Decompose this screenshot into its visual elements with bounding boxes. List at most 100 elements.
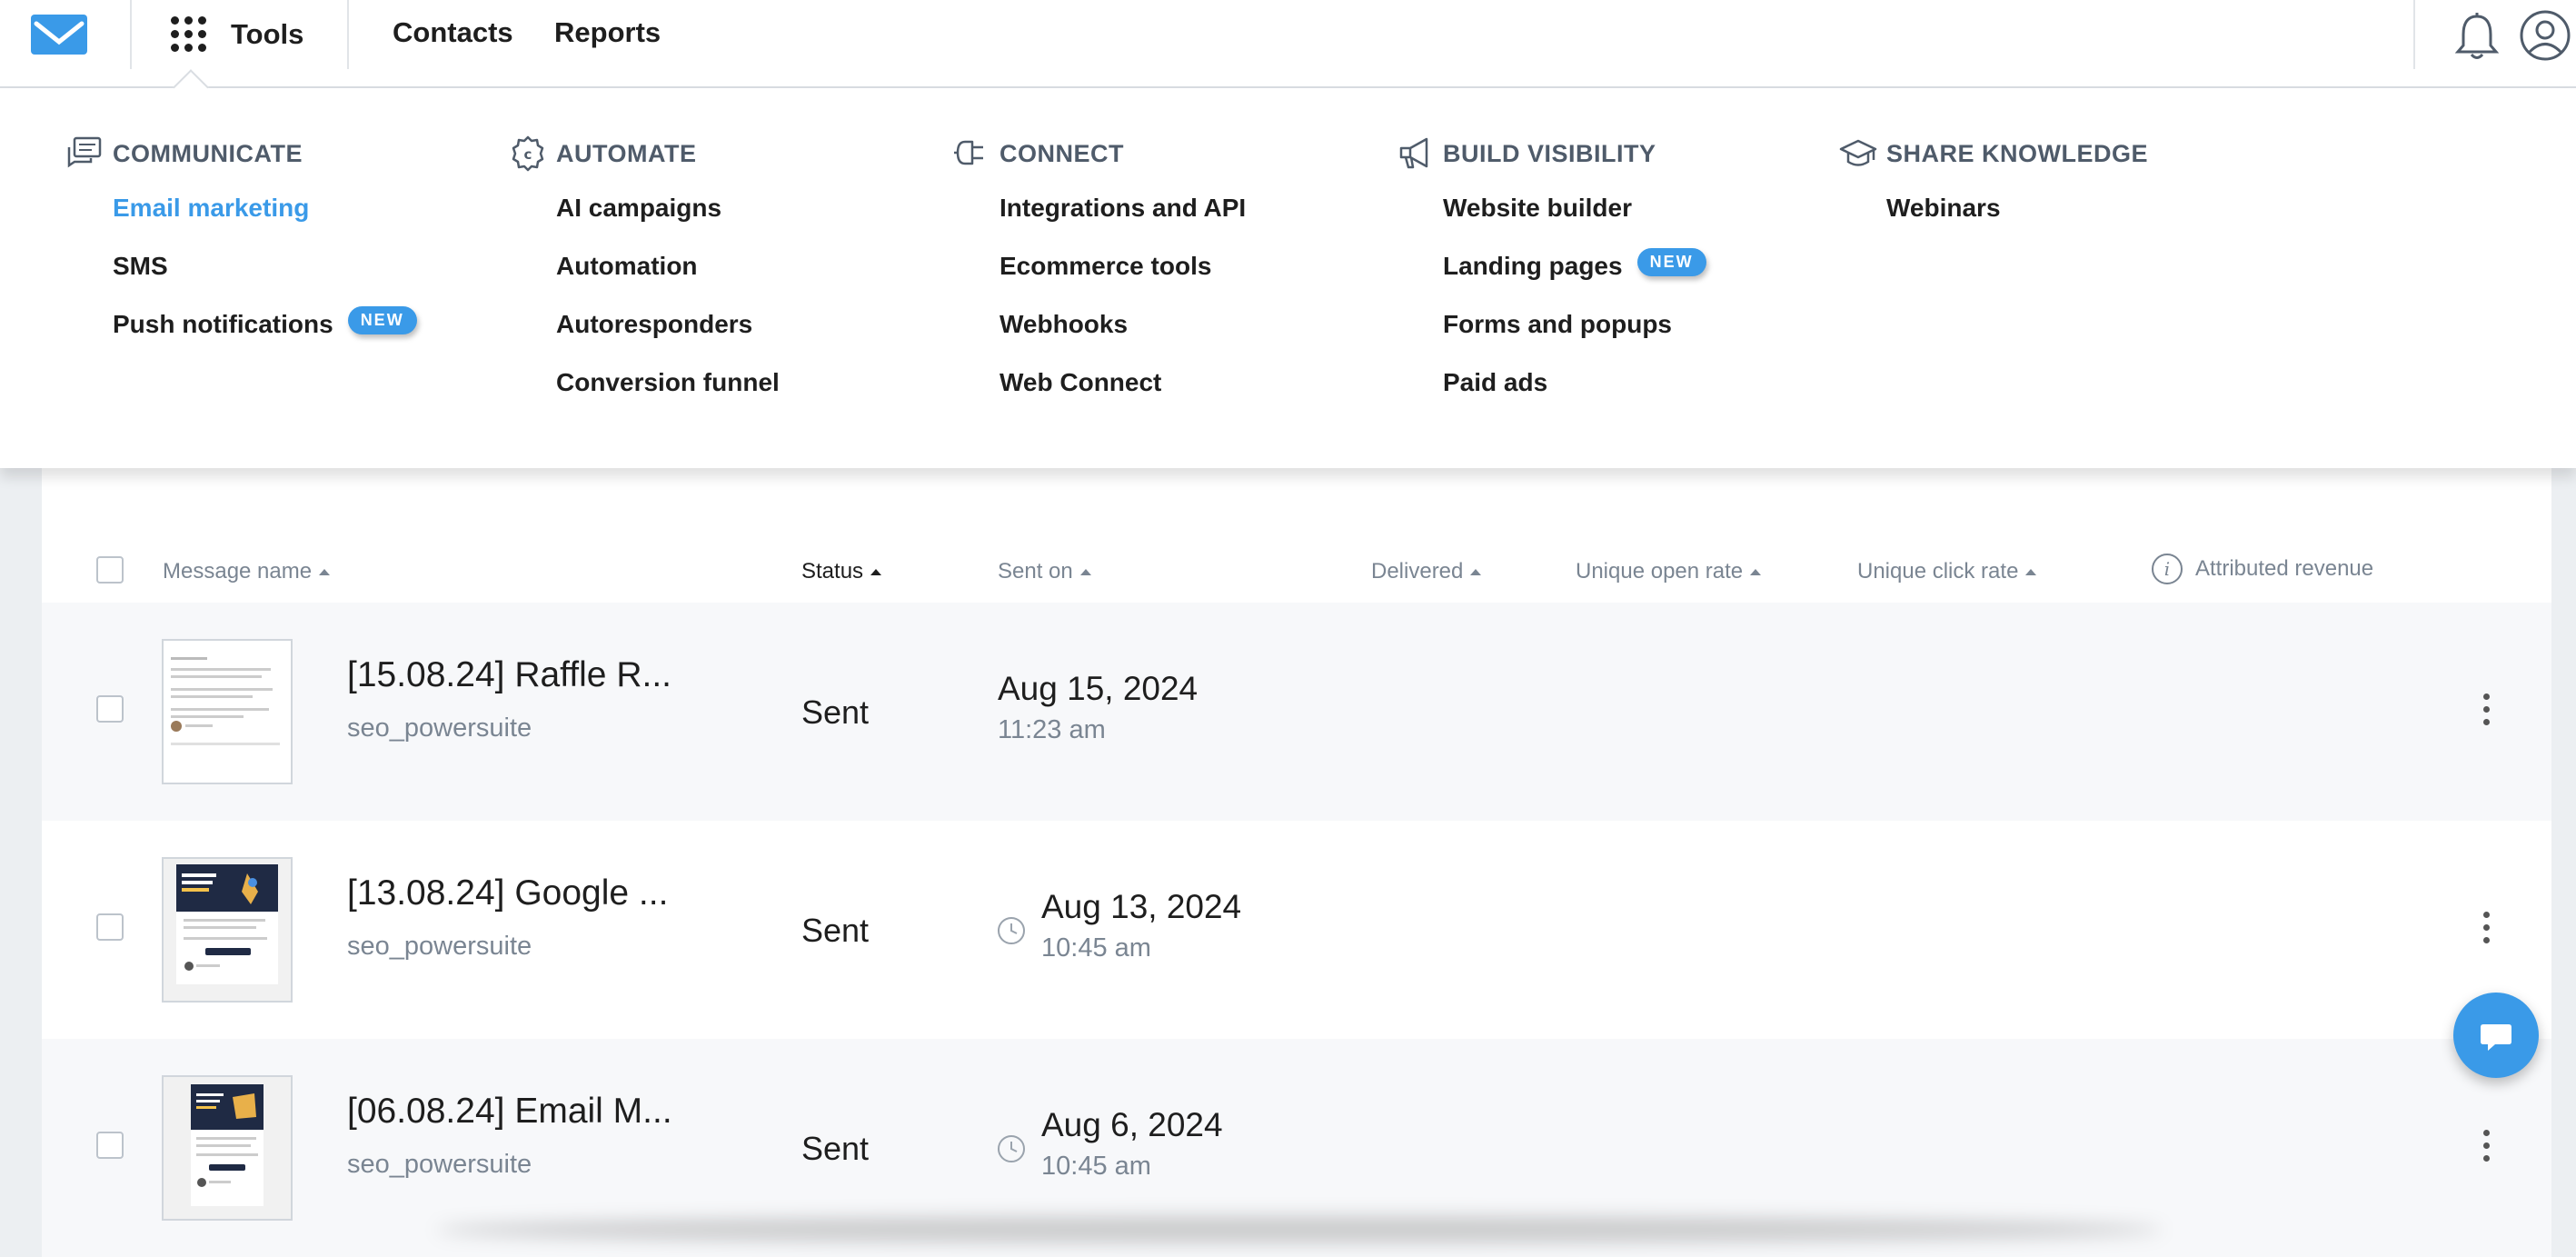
- nav-divider: [347, 0, 349, 69]
- row-actions-menu-icon[interactable]: [2481, 1130, 2491, 1166]
- nav-divider: [2413, 0, 2415, 69]
- nav-contacts-link[interactable]: Contacts: [393, 16, 513, 49]
- email-preview-image: [164, 859, 291, 1001]
- envelope-logo-icon[interactable]: [31, 15, 87, 55]
- email-preview-image: [164, 641, 291, 783]
- menu-item-forms-and-popups[interactable]: Forms and popups: [1443, 310, 1706, 368]
- menu-item-ai-campaigns[interactable]: AI campaigns: [556, 194, 780, 252]
- table-row[interactable]: [13.08.24] Google ... seo_powersuite Sen…: [42, 821, 2551, 1039]
- tools-menu-button[interactable]: Tools: [169, 13, 303, 56]
- menu-item-landing-pages[interactable]: Landing pages NEW: [1443, 248, 1706, 310]
- top-navigation: Tools Contacts Reports: [0, 0, 2576, 88]
- message-name[interactable]: [06.08.24] Email M...: [347, 1092, 672, 1132]
- table-header: Message name Status Sent on Delivered Un…: [42, 468, 2551, 603]
- menu-item-webinars[interactable]: Webinars: [1886, 194, 2148, 252]
- column-header-unique-open-rate[interactable]: Unique open rate: [1576, 559, 1762, 584]
- row-checkbox[interactable]: [96, 1132, 124, 1159]
- bottom-toast-shadow: [436, 1216, 2163, 1243]
- menu-item-paid-ads[interactable]: Paid ads: [1443, 368, 1706, 426]
- new-badge: NEW: [1636, 248, 1706, 276]
- menu-item-automation[interactable]: Automation: [556, 252, 780, 310]
- menu-item-integrations-and-api[interactable]: Integrations and API: [1000, 194, 1246, 252]
- plug-icon: [954, 140, 983, 165]
- message-sender: seo_powersuite: [347, 932, 532, 961]
- svg-text:c: c: [524, 146, 532, 163]
- email-thumbnail[interactable]: [162, 857, 293, 1003]
- sort-arrow-icon: [1750, 568, 1762, 575]
- sent-date: Aug 15, 2024: [998, 670, 1198, 707]
- status-text: Sent: [801, 693, 870, 731]
- menu-item-web-connect[interactable]: Web Connect: [1000, 368, 1246, 426]
- new-badge: NEW: [347, 306, 417, 334]
- column-header-status[interactable]: Status: [801, 559, 882, 584]
- sort-arrow-icon: [870, 568, 882, 575]
- sort-arrow-icon: [319, 568, 331, 575]
- menu-item-sms[interactable]: SMS: [113, 252, 417, 310]
- menu-column-title: BUILD VISIBILITY: [1443, 139, 1656, 167]
- message-sender: seo_powersuite: [347, 713, 532, 743]
- message-sender: seo_powersuite: [347, 1150, 532, 1179]
- menu-column-build-visibility: BUILD VISIBILITY Website builder Landing…: [1396, 135, 1706, 426]
- menu-item-conversion-funnel[interactable]: Conversion funnel: [556, 368, 780, 426]
- status-text: Sent: [801, 912, 870, 949]
- sort-arrow-icon: [2025, 568, 2037, 575]
- column-header-message-name[interactable]: Message name: [163, 559, 331, 584]
- graduation-cap-icon: [1839, 139, 1877, 166]
- row-actions-menu-icon[interactable]: [2481, 912, 2491, 948]
- menu-item-push-notifications[interactable]: Push notifications NEW: [113, 306, 417, 368]
- column-header-attributed-revenue[interactable]: i Attributed revenue: [2152, 554, 2373, 584]
- menu-column-title: COMMUNICATE: [113, 139, 303, 167]
- sent-time: 10:45 am: [1041, 1152, 1151, 1181]
- tools-label: Tools: [231, 18, 304, 50]
- row-actions-menu-icon[interactable]: [2481, 693, 2491, 730]
- notification-bell-icon[interactable]: [2453, 11, 2501, 62]
- sent-date: Aug 6, 2024: [1041, 1106, 1223, 1143]
- menu-column-connect: CONNECT Integrations and API Ecommerce t…: [952, 135, 1246, 426]
- user-avatar-icon[interactable]: [2519, 9, 2571, 62]
- column-header-sent-on[interactable]: Sent on: [998, 559, 1091, 584]
- menu-column-share-knowledge: SHARE KNOWLEDGE Webinars: [1839, 135, 2148, 252]
- message-name[interactable]: [13.08.24] Google ...: [347, 873, 668, 913]
- messages-table: Message name Status Sent on Delivered Un…: [42, 468, 2551, 1257]
- menu-column-automate: c AUTOMATE AI campaigns Automation Autor…: [509, 135, 780, 426]
- column-header-delivered[interactable]: Delivered: [1371, 559, 1482, 584]
- gear-icon: c: [512, 135, 544, 172]
- row-checkbox[interactable]: [96, 695, 124, 723]
- sort-arrow-icon: [1079, 568, 1091, 575]
- live-chat-button[interactable]: [2453, 993, 2539, 1078]
- table-row[interactable]: [15.08.24] Raffle R... seo_powersuite Se…: [42, 603, 2551, 821]
- menu-item-ecommerce-tools[interactable]: Ecommerce tools: [1000, 252, 1246, 310]
- row-checkbox[interactable]: [96, 913, 124, 941]
- menu-column-header: COMMUNICATE: [65, 135, 417, 172]
- nav-reports-link[interactable]: Reports: [554, 16, 661, 49]
- nav-divider: [130, 0, 132, 69]
- menu-column-title: CONNECT: [1000, 139, 1124, 167]
- menu-column-header: c AUTOMATE: [509, 135, 780, 172]
- status-text: Sent: [801, 1130, 870, 1167]
- menu-item-autoresponders[interactable]: Autoresponders: [556, 310, 780, 368]
- sent-time: 10:45 am: [1041, 933, 1151, 963]
- email-thumbnail[interactable]: [162, 1075, 293, 1221]
- scheduled-clock-icon: [998, 917, 1025, 944]
- scheduled-clock-icon: [998, 1135, 1025, 1162]
- email-preview-image: [164, 1077, 291, 1219]
- menu-column-communicate: COMMUNICATE Email marketing SMS Push not…: [65, 135, 417, 368]
- menu-item-website-builder[interactable]: Website builder: [1443, 194, 1706, 252]
- apps-grid-icon: [169, 15, 209, 55]
- chat-bubbles-icon: [67, 136, 102, 168]
- megaphone-icon: [1399, 137, 1428, 169]
- menu-column-title: SHARE KNOWLEDGE: [1886, 139, 2149, 167]
- message-name[interactable]: [15.08.24] Raffle R...: [347, 655, 671, 695]
- menu-item-webhooks[interactable]: Webhooks: [1000, 310, 1246, 368]
- menu-column-header: SHARE KNOWLEDGE: [1839, 135, 2148, 172]
- column-header-unique-click-rate[interactable]: Unique click rate: [1857, 559, 2037, 584]
- menu-column-header: BUILD VISIBILITY: [1396, 135, 1706, 172]
- menu-item-email-marketing[interactable]: Email marketing: [113, 194, 417, 252]
- tools-mega-menu: COMMUNICATE Email marketing SMS Push not…: [0, 88, 2576, 468]
- sort-arrow-icon: [1470, 568, 1482, 575]
- email-thumbnail[interactable]: [162, 639, 293, 784]
- sent-date: Aug 13, 2024: [1041, 888, 1242, 925]
- info-icon[interactable]: i: [2152, 554, 2183, 584]
- menu-column-header: CONNECT: [952, 135, 1246, 172]
- select-all-checkbox[interactable]: [96, 556, 124, 584]
